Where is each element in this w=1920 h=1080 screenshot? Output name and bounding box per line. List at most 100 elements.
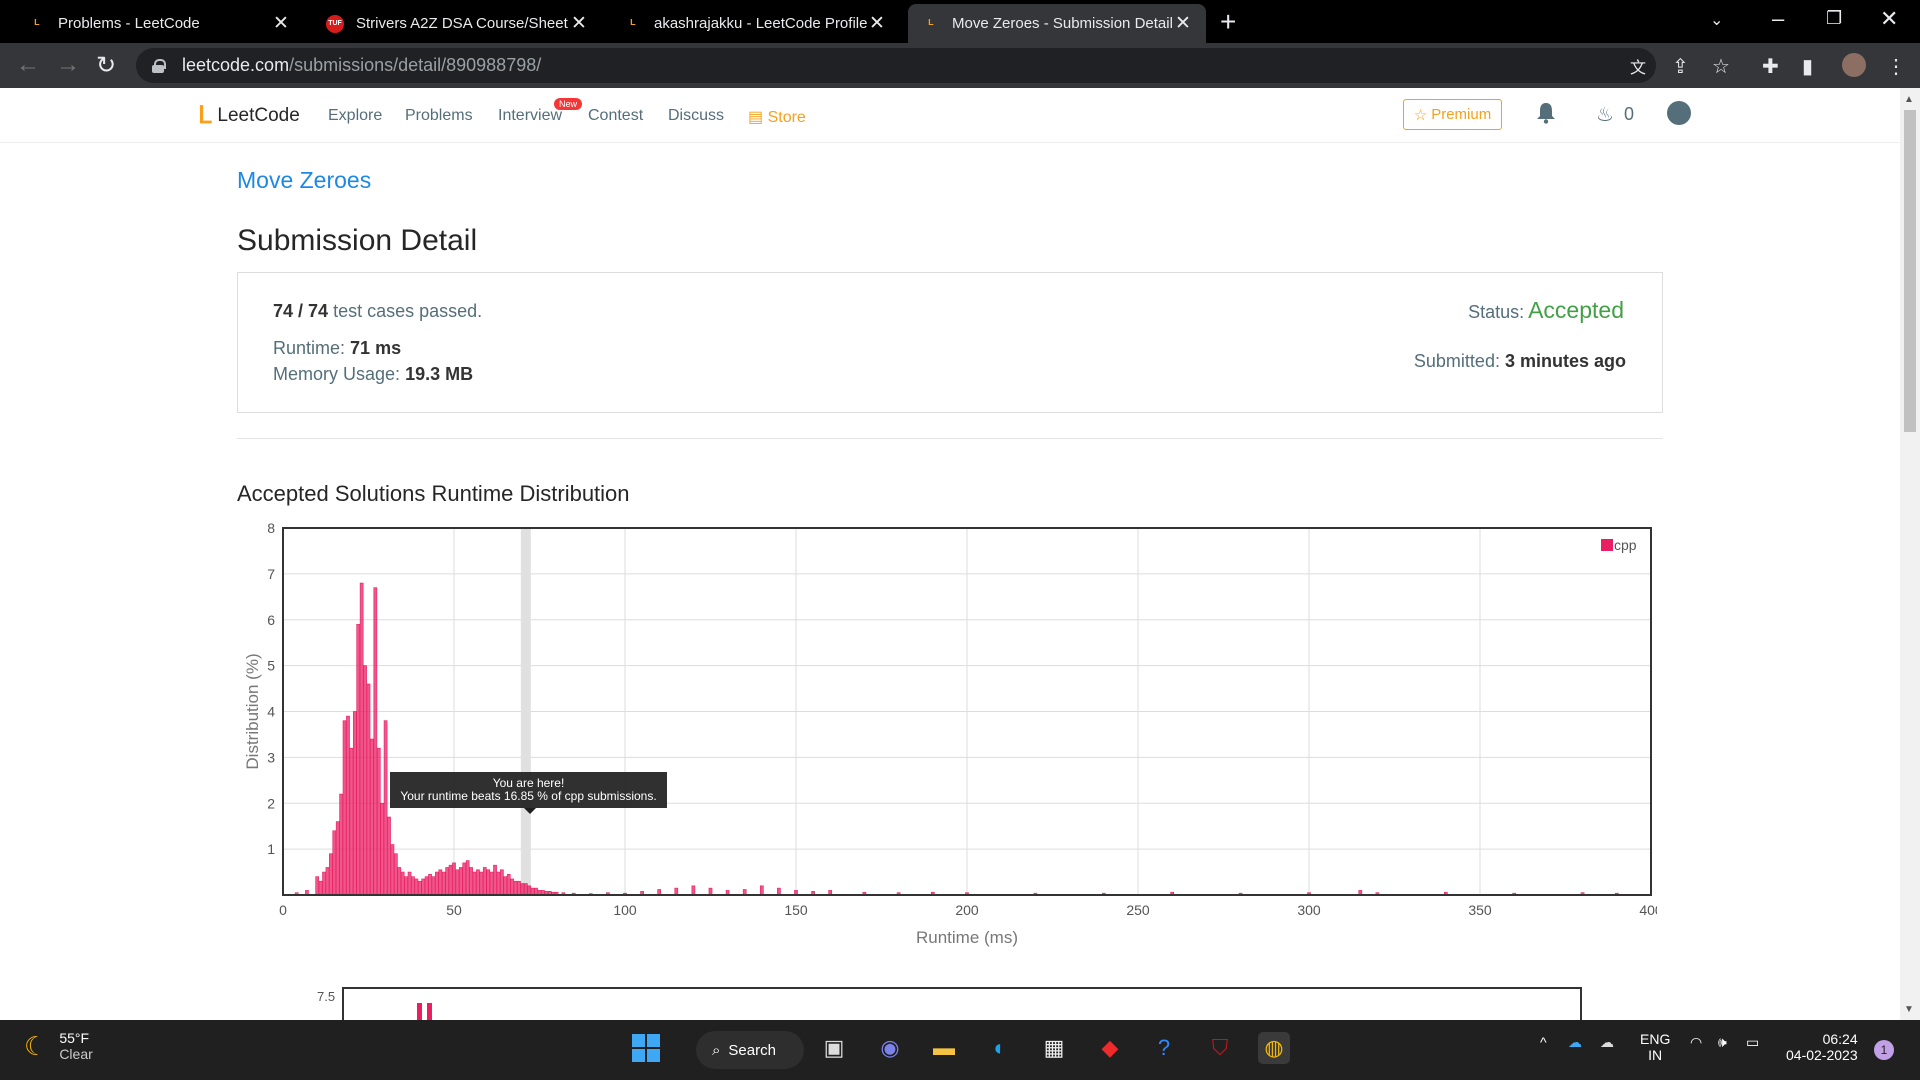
histogram-bar <box>510 878 514 896</box>
you-are-here-tooltip: You are here! Your runtime beats 16.85 %… <box>390 772 667 814</box>
close-icon[interactable]: ✕ <box>868 12 886 35</box>
windows-start-icon[interactable] <box>630 1032 662 1064</box>
x-tick-label: 200 <box>955 902 979 918</box>
scroll-up-icon[interactable]: ▲ <box>1904 94 1914 105</box>
nav-discuss[interactable]: Discuss <box>668 107 724 125</box>
leetcode-icon: ᴸ <box>928 16 934 31</box>
microsoft-store-icon[interactable]: ▦ <box>1038 1032 1070 1064</box>
clock[interactable]: 06:24 04-02-2023 <box>1786 1031 1858 1063</box>
histogram-bar <box>520 883 525 896</box>
edge-icon[interactable]: ◐ <box>984 1032 1016 1064</box>
close-icon[interactable]: ✕ <box>570 12 588 35</box>
new-tab-button[interactable]: + <box>1220 6 1236 38</box>
x-axis-label: Runtime (ms) <box>916 928 1018 947</box>
histogram-bar <box>506 874 511 896</box>
teams-chat-icon[interactable]: ◉ <box>874 1032 906 1064</box>
file-explorer-icon[interactable]: ▬ <box>928 1032 960 1064</box>
notification-count-badge[interactable]: 1 <box>1874 1040 1894 1060</box>
scroll-down-icon[interactable]: ▼ <box>1904 1004 1914 1015</box>
nav-store[interactable]: ▤ Store <box>748 107 806 127</box>
extensions-icon[interactable]: ✚ <box>1762 54 1779 79</box>
battery-icon[interactable]: ▭ <box>1746 1034 1759 1051</box>
translate-icon[interactable]: 文 <box>1630 54 1646 78</box>
histogram-bar <box>472 871 477 896</box>
x-tick-label: 100 <box>613 902 637 918</box>
tab-title: akashrajakku - LeetCode Profile <box>654 15 868 32</box>
tab-strivers[interactable]: TUF Strivers A2Z DSA Course/Sheet - ✕ <box>312 4 602 43</box>
histogram-bar <box>414 878 419 896</box>
histogram-bar <box>407 871 412 896</box>
histogram-bar <box>493 864 497 896</box>
share-icon[interactable]: ⇪ <box>1672 54 1689 79</box>
problem-title-link[interactable]: Move Zeroes <box>237 167 371 194</box>
streak-count: 0 <box>1623 104 1634 124</box>
memory-value: 19.3 MB <box>405 364 474 384</box>
submitted-label: Submitted: <box>1413 351 1500 371</box>
profile-avatar[interactable] <box>1842 53 1866 77</box>
tuf-icon: TUF <box>326 14 344 33</box>
tab-search-icon[interactable]: ⌄ <box>1710 10 1723 30</box>
tab-submission-detail[interactable]: ᴸ Move Zeroes - Submission Detail ✕ <box>908 4 1206 43</box>
premium-button[interactable]: ☆ Premium <box>1403 99 1502 130</box>
weather-widget[interactable]: ☾ 55°F Clear <box>24 1030 93 1062</box>
chrome-icon[interactable]: ◍ <box>1258 1032 1290 1064</box>
reload-icon[interactable]: ↻ <box>96 51 116 80</box>
streak-counter[interactable]: ♨ 0 <box>1596 102 1634 127</box>
leetcode-icon: ᴸ <box>630 16 636 31</box>
x-tick-label: 150 <box>784 902 808 918</box>
notification-bell-icon[interactable] <box>1536 102 1556 124</box>
onedrive-icon[interactable]: ☁ <box>1568 1034 1582 1051</box>
region-code: IN <box>1648 1047 1663 1063</box>
histogram-bar <box>318 880 323 896</box>
histogram-bar <box>435 871 439 896</box>
language-indicator[interactable]: ENG IN <box>1640 1031 1670 1063</box>
moon-icon: ☾ <box>24 1030 48 1061</box>
close-window-button[interactable]: ✕ <box>1880 6 1898 32</box>
close-icon[interactable]: ✕ <box>272 12 290 35</box>
close-icon[interactable]: ✕ <box>1174 12 1192 35</box>
time: 06:24 <box>1822 1031 1858 1047</box>
lang-code: ENG <box>1640 1031 1671 1047</box>
scrollbar-thumb[interactable] <box>1904 110 1916 432</box>
tab-problems[interactable]: ᴸ Problems - LeetCode ✕ <box>14 4 304 43</box>
bookmark-star-icon[interactable]: ☆ <box>1712 54 1730 79</box>
nav-interview[interactable]: Interview <box>498 107 562 125</box>
back-icon[interactable]: ← <box>16 51 40 79</box>
cloud-error-icon[interactable]: ☁ <box>1600 1034 1614 1051</box>
page-title: Submission Detail <box>237 224 478 257</box>
store-label: Store <box>767 109 806 126</box>
histogram-bar <box>459 867 463 896</box>
volume-icon[interactable]: 🕪 <box>1718 1034 1727 1051</box>
tab-profile[interactable]: ᴸ akashrajakku - LeetCode Profile ✕ <box>610 4 900 43</box>
wifi-icon[interactable]: ◠ <box>1690 1034 1702 1051</box>
menu-kebab-icon[interactable]: ⋮ <box>1886 54 1906 79</box>
forward-icon[interactable]: → <box>56 51 80 79</box>
histogram-bar <box>428 874 432 896</box>
histogram-bar <box>523 883 528 896</box>
anydesk-icon[interactable]: ◆ <box>1094 1032 1126 1064</box>
minimize-button[interactable]: – <box>1772 6 1784 32</box>
fire-icon: ♨ <box>1596 104 1614 126</box>
weather-text: 55°F Clear <box>59 1030 92 1062</box>
status-line: Status: Accepted <box>1468 297 1624 324</box>
temperature: 55°F <box>59 1030 90 1046</box>
nav-contest[interactable]: Contest <box>588 107 643 125</box>
help-icon[interactable]: ? <box>1148 1032 1180 1064</box>
taskbar-search[interactable]: ⌕ Search <box>696 1031 804 1069</box>
user-avatar-icon[interactable] <box>1667 101 1691 125</box>
histogram-bar <box>489 871 494 896</box>
nav-problems[interactable]: Problems <box>405 107 473 125</box>
x-tick-label: 250 <box>1126 902 1150 918</box>
task-view-icon[interactable]: ▣ <box>818 1032 850 1064</box>
tray-chevron-icon[interactable]: ^ <box>1540 1034 1547 1050</box>
leetcode-logo[interactable]: ᒪ LeetCode <box>198 101 300 130</box>
mcafee-icon[interactable]: ⛉ <box>1204 1032 1236 1064</box>
address-bar[interactable]: leetcode.com /submissions/detail/8909887… <box>136 48 1656 83</box>
restore-button[interactable]: ❐ <box>1826 8 1842 29</box>
histogram-bar <box>370 738 374 896</box>
star-icon: ☆ <box>1413 106 1428 124</box>
nav-explore[interactable]: Explore <box>328 107 382 125</box>
y-tick-label: 4 <box>267 704 275 720</box>
side-panel-icon[interactable]: ▮ <box>1802 54 1813 79</box>
histogram-bar <box>759 885 764 896</box>
